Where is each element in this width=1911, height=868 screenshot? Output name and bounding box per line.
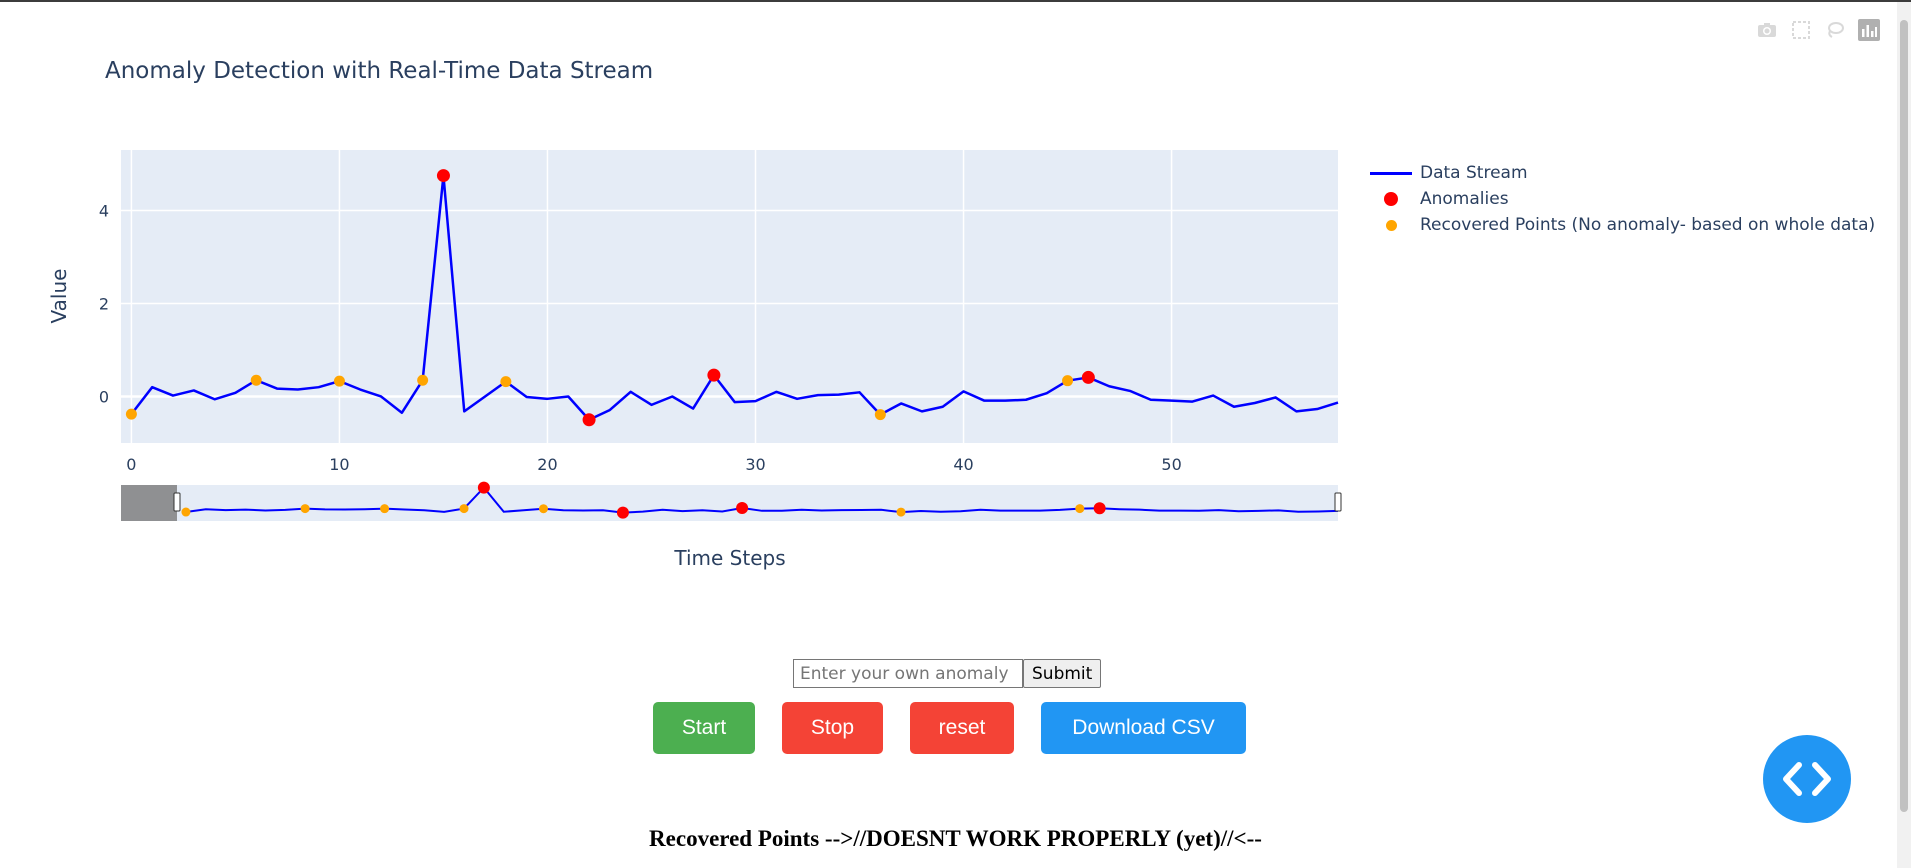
x-axis-label: Time Steps	[674, 546, 786, 570]
slider-handle-right[interactable]	[1334, 492, 1342, 512]
slider-anomaly-point	[616, 506, 629, 519]
recovered-point	[333, 375, 345, 387]
slider-anomaly-point	[736, 502, 749, 515]
plotly-logo-icon[interactable]	[1857, 18, 1881, 42]
legend-label: Data Stream	[1420, 163, 1528, 183]
y-tick-label: 0	[99, 387, 109, 406]
anomaly-point	[436, 169, 450, 183]
x-tick-label: 50	[1161, 455, 1181, 474]
lasso-icon[interactable]	[1823, 18, 1847, 42]
scrollbar-thumb[interactable]	[1900, 20, 1908, 812]
legend-label: Anomalies	[1420, 189, 1509, 209]
stop-button[interactable]: Stop	[782, 702, 883, 754]
anomaly-point	[707, 368, 721, 382]
anomaly-point	[1081, 370, 1095, 384]
slider-anomaly-point	[1093, 502, 1106, 515]
anomaly-input[interactable]	[793, 659, 1023, 688]
legend-marker-symbol	[1366, 212, 1416, 238]
download-csv-button[interactable]: Download CSV	[1041, 702, 1246, 754]
recovered-point	[1062, 375, 1074, 387]
y-tick-label: 4	[99, 201, 109, 220]
slider-handle-left[interactable]	[173, 492, 181, 512]
main-plot-area[interactable]: 0 10 20 30 40 50 0 2 4	[99, 150, 1339, 474]
range-slider[interactable]	[121, 481, 1342, 521]
slider-mask-left	[121, 485, 177, 521]
legend-item-anomalies[interactable]: Anomalies	[1366, 186, 1875, 212]
anomaly-chart[interactable]: 0 10 20 30 40 50 0 2 4	[0, 0, 1360, 540]
slider-recovered-point	[538, 504, 548, 514]
x-tick-label: 40	[953, 455, 973, 474]
box-select-icon[interactable]	[1789, 18, 1813, 42]
x-tick-label: 0	[126, 455, 136, 474]
recovered-points-heading: Recovered Points -->//DOESNT WORK PROPER…	[649, 826, 1262, 851]
code-icon	[1783, 762, 1831, 796]
slider-recovered-point	[896, 507, 906, 517]
plot-modebar	[1755, 18, 1881, 42]
recovered-point	[125, 408, 137, 420]
anomaly-form: Submit	[793, 659, 1102, 688]
camera-icon[interactable]	[1755, 18, 1779, 42]
chart-legend: Data Stream Anomalies Recovered Points (…	[1366, 160, 1875, 238]
slider-anomaly-point	[477, 481, 490, 494]
slider-recovered-point	[380, 504, 390, 514]
submit-button[interactable]: Submit	[1023, 659, 1102, 688]
anomaly-point	[582, 413, 596, 427]
slider-recovered-point	[1075, 504, 1085, 514]
slider-recovered-point	[300, 504, 310, 514]
slider-recovered-point	[181, 507, 191, 517]
legend-label: Recovered Points (No anomaly- based on w…	[1420, 215, 1876, 235]
recovered-point	[417, 374, 429, 386]
slider-background	[121, 485, 1338, 521]
start-button[interactable]: Start	[653, 702, 755, 754]
legend-item-data-stream[interactable]: Data Stream	[1366, 160, 1875, 186]
x-tick-label: 20	[537, 455, 557, 474]
recovered-point	[874, 409, 886, 421]
control-buttons: Start Stop reset Download CSV	[0, 702, 1911, 754]
y-tick-label: 2	[99, 294, 109, 313]
legend-line-symbol	[1366, 160, 1416, 186]
x-tick-label: 30	[745, 455, 765, 474]
legend-item-recovered[interactable]: Recovered Points (No anomaly- based on w…	[1366, 212, 1875, 238]
recovered-point	[500, 376, 512, 388]
x-tick-label: 10	[329, 455, 349, 474]
slider-recovered-point	[459, 504, 469, 514]
code-toggle-button[interactable]	[1763, 735, 1851, 823]
reset-button[interactable]: reset	[910, 702, 1014, 754]
recovered-point	[250, 374, 262, 386]
legend-marker-symbol	[1366, 186, 1416, 212]
